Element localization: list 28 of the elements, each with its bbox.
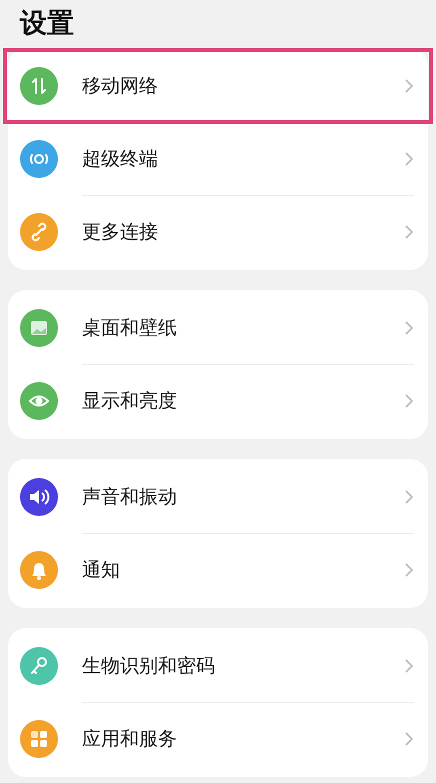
settings-item[interactable]: 桌面和壁纸 [8,292,428,364]
chevron-icon [404,151,414,167]
item-label: 更多连接 [82,220,159,245]
item-label: 生物识别和密码 [82,654,216,679]
settings-item[interactable]: 应用和服务 [8,703,428,775]
item-label: 应用和服务 [82,727,178,752]
chevron-icon [404,78,414,94]
chevron-icon [404,731,414,747]
item-label: 移动网络 [82,74,159,99]
item-label: 桌面和壁纸 [82,316,178,341]
chevron-icon [404,320,414,336]
chevron-icon [404,562,414,578]
chevron-icon [404,393,414,409]
settings-item[interactable]: 通知 [8,534,428,606]
settings-item[interactable]: 显示和亮度 [8,365,428,437]
page-title: 设置 [18,7,75,41]
highlighted-settings-item[interactable]: 移动网络 [5,50,431,122]
item-label: 声音和振动 [82,485,178,510]
settings-item[interactable]: 更多连接 [8,196,428,268]
settings-item[interactable]: 生物识别和密码 [8,630,428,702]
item-label: 超级终端 [82,147,159,172]
settings-item[interactable]: 超级终端 [8,123,428,195]
chevron-icon [404,489,414,505]
item-label: 显示和亮度 [82,389,178,414]
settings-item[interactable]: 声音和振动 [8,461,428,533]
chevron-icon [404,224,414,240]
item-label: 通知 [82,558,121,583]
chevron-icon [404,658,414,674]
